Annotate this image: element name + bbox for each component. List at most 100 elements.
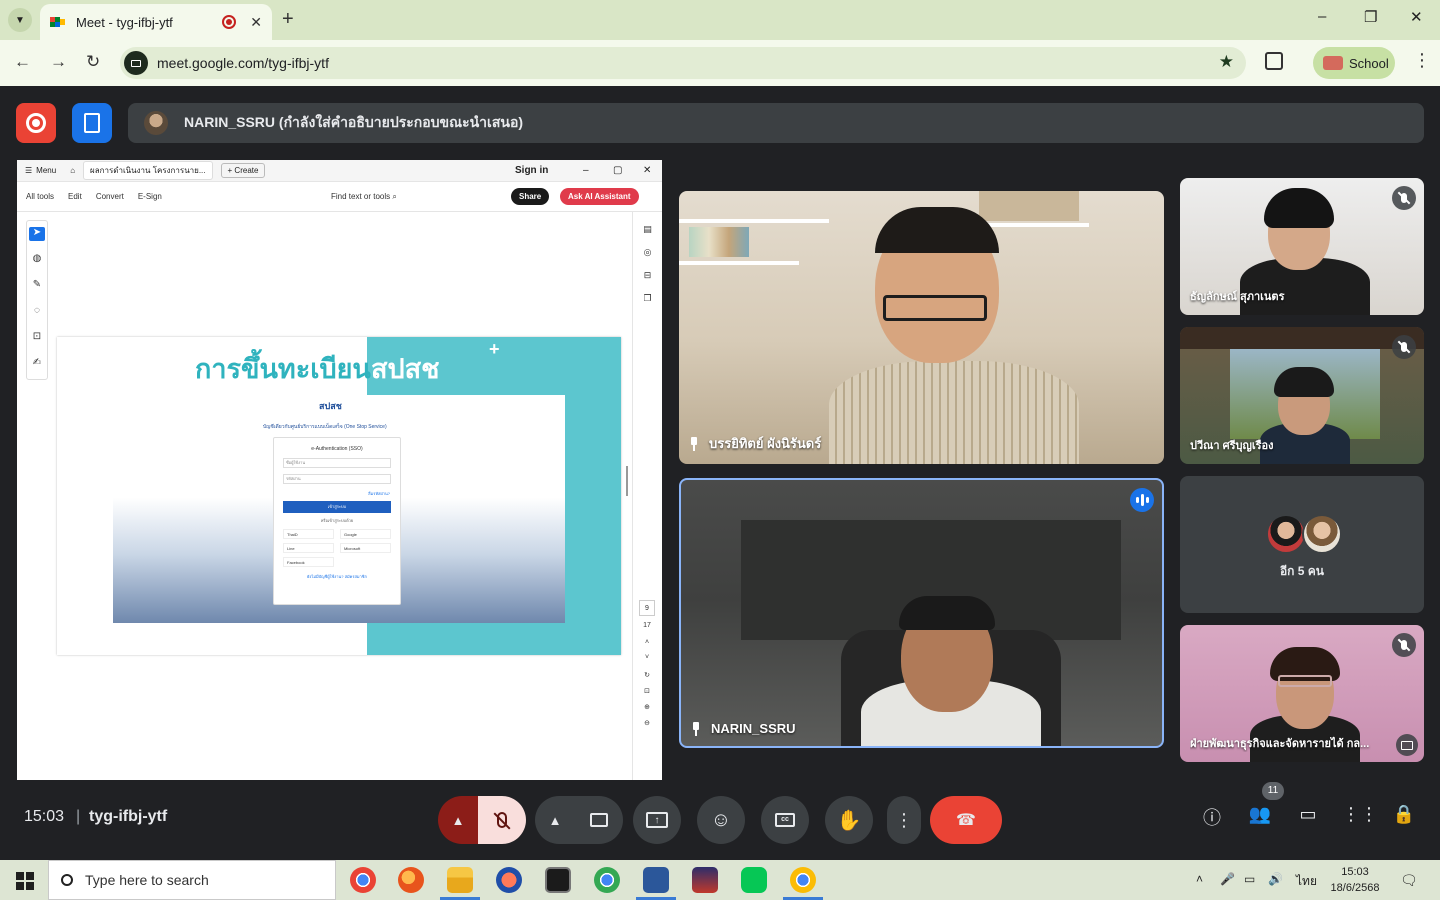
menu-esign[interactable]: E-Sign — [138, 192, 162, 201]
acrobat-create-button[interactable]: + Create — [220, 163, 266, 178]
participant-tile[interactable]: ปวีณา ศรีบุญเรือง — [1180, 327, 1424, 464]
address-bar[interactable]: meet.google.com/tyg-ifbj-ytf ★ — [120, 47, 1246, 79]
host-controls-icon[interactable]: 🔒 — [1390, 804, 1418, 825]
notes-button[interactable] — [72, 103, 112, 143]
acrobat-doc-tab[interactable]: ผลการดำเนินงาน โครงการนาย... — [83, 161, 213, 180]
meeting-info-icon[interactable]: ⓘ — [1198, 804, 1226, 830]
leave-call-button[interactable]: ☎ — [930, 796, 1002, 844]
camera-button[interactable] — [575, 796, 623, 844]
chrome-active-icon[interactable] — [790, 867, 816, 893]
page-up-icon[interactable]: ˄ — [639, 639, 655, 646]
tab-close-icon[interactable]: ✕ — [250, 14, 262, 31]
bookmark-star-icon[interactable]: ★ — [1219, 52, 1234, 72]
reactions-button[interactable]: ☺ — [697, 796, 745, 844]
minimize-button[interactable]: – — [1318, 8, 1326, 25]
pin-icon[interactable] — [691, 721, 701, 736]
bookmarks-icon[interactable]: ⊟ — [633, 270, 662, 281]
microphone-button[interactable] — [478, 796, 526, 844]
profile-chip[interactable]: School — [1313, 47, 1395, 79]
zoom-out-icon[interactable]: ⊖ — [639, 719, 655, 727]
system-clock[interactable]: 15:03 18/6/2568 — [1330, 864, 1380, 896]
captions-button[interactable]: cc — [761, 796, 809, 844]
person-hair — [899, 596, 995, 630]
firefox-icon[interactable] — [398, 867, 424, 893]
current-page[interactable]: 9 — [639, 600, 655, 616]
participant-tile[interactable]: ฝ่ายพัฒนาธุรกิจและจัดหารายได้ กล... — [1180, 625, 1424, 762]
chrome-icon[interactable] — [350, 867, 376, 893]
acrobat-menu-label[interactable]: Menu — [36, 166, 56, 175]
browser-menu-icon[interactable]: ⋮ — [1413, 50, 1431, 71]
chrome-profile-icon[interactable] — [594, 867, 620, 893]
forward-arrow-icon[interactable]: → — [50, 52, 67, 72]
acrobat-share-button[interactable]: Share — [511, 188, 550, 205]
close-window-button[interactable]: ✕ — [1410, 8, 1423, 26]
terminal-icon[interactable] — [545, 867, 571, 893]
zoom-in-icon[interactable]: ⊕ — [639, 703, 655, 711]
url-text[interactable]: meet.google.com/tyg-ifbj-ytf — [157, 55, 329, 71]
notifications-icon[interactable]: 🗨 — [1400, 872, 1418, 889]
menu-all-tools[interactable]: All tools — [26, 192, 54, 201]
raise-hand-button[interactable]: ✋ — [825, 796, 873, 844]
panel-icon[interactable]: ▤ — [633, 224, 662, 235]
acrobat-ai-button[interactable]: Ask AI Assistant — [560, 188, 639, 205]
menu-convert[interactable]: Convert — [96, 192, 124, 201]
back-arrow-icon[interactable]: ← — [14, 52, 31, 72]
hamburger-icon[interactable]: ☰ — [25, 166, 32, 175]
microphone-tray-icon[interactable]: 🎤 — [1220, 872, 1235, 886]
word-icon[interactable] — [643, 867, 669, 893]
home-icon[interactable]: ⌂ — [70, 166, 75, 175]
new-tab-button[interactable]: + — [282, 8, 294, 31]
participant-tile-active[interactable]: NARIN_SSRU — [679, 478, 1164, 748]
clock-time: 15:03 — [1341, 866, 1369, 878]
rotate-icon[interactable]: ↻ — [639, 671, 655, 679]
line-icon[interactable] — [741, 867, 767, 893]
fit-page-icon[interactable]: ⊡ — [639, 687, 655, 695]
windows-start-icon[interactable] — [16, 872, 34, 890]
maximize-button[interactable]: ❐ — [1364, 8, 1377, 26]
page-down-icon[interactable]: ˅ — [639, 654, 655, 661]
recording-button[interactable] — [16, 103, 56, 143]
present-screen-button[interactable]: ↑ — [633, 796, 681, 844]
splitter-handle[interactable] — [626, 466, 628, 496]
find-text-or-tools[interactable]: Find text or tools ⌕ — [331, 192, 397, 202]
camera-options-button[interactable]: ▲ — [535, 796, 575, 844]
more-options-button[interactable]: ⋮ — [887, 796, 921, 844]
shared-screen[interactable]: ☰ Menu ⌂ ผลการดำเนินงาน โครงการนาย... + … — [17, 160, 662, 780]
acrobat-minimize-icon[interactable]: – — [583, 165, 589, 176]
active-tab[interactable]: Meet - tyg-ifbj-ytf ✕ — [40, 4, 272, 40]
input-language[interactable]: ไทย — [1296, 872, 1317, 891]
comment-icon[interactable]: ◍ — [29, 253, 45, 267]
acrobat-sign-in[interactable]: Sign in — [515, 165, 548, 176]
pen-icon[interactable]: ✎ — [29, 279, 45, 293]
acrobat-maximize-icon[interactable]: ▢ — [613, 165, 622, 176]
winrar-icon[interactable] — [692, 867, 718, 893]
pin-icon[interactable] — [689, 436, 699, 451]
app-icon[interactable] — [496, 867, 522, 893]
participant-tile[interactable]: บรรยิทิตย์ ผังนิรันดร์ — [679, 191, 1164, 464]
file-explorer-icon[interactable] — [447, 867, 473, 893]
activities-icon[interactable]: ⋮⋮ — [1342, 804, 1378, 825]
acrobat-close-icon[interactable]: ✕ — [643, 165, 651, 176]
reload-icon[interactable]: ↻ — [86, 52, 100, 72]
extensions-icon[interactable] — [1265, 52, 1283, 70]
picture-in-picture-icon[interactable] — [1396, 734, 1418, 756]
more-participants-tile[interactable]: อีก 5 คน — [1180, 476, 1424, 613]
comments-panel-icon[interactable]: ◎ — [633, 247, 662, 258]
shelf-decor — [979, 191, 1079, 221]
taskbar-search[interactable]: Type here to search — [48, 860, 336, 900]
select-cursor-icon[interactable]: ➤ — [29, 227, 45, 241]
participant-tile[interactable]: ธัญลักษณ์ สุภาเนตร — [1180, 178, 1424, 315]
sign-icon[interactable]: ✍ — [29, 357, 45, 371]
network-icon[interactable]: ▭ — [1244, 872, 1255, 886]
show-hidden-icons-chevron-icon[interactable]: ˄ — [1196, 872, 1203, 886]
mic-options-button[interactable]: ▲ — [438, 796, 478, 844]
site-camera-icon[interactable] — [124, 51, 148, 75]
people-icon[interactable]: 👥 — [1246, 804, 1274, 825]
lasso-icon[interactable]: ◌ — [29, 305, 45, 319]
pages-icon[interactable]: ❐ — [633, 293, 662, 304]
tab-search-chevron-icon[interactable]: ▼ — [8, 8, 32, 32]
menu-edit[interactable]: Edit — [68, 192, 82, 201]
volume-icon[interactable]: 🔊 — [1268, 872, 1283, 886]
chat-icon[interactable]: ▭ — [1294, 804, 1322, 825]
text-box-icon[interactable]: ⊡ — [29, 331, 45, 345]
